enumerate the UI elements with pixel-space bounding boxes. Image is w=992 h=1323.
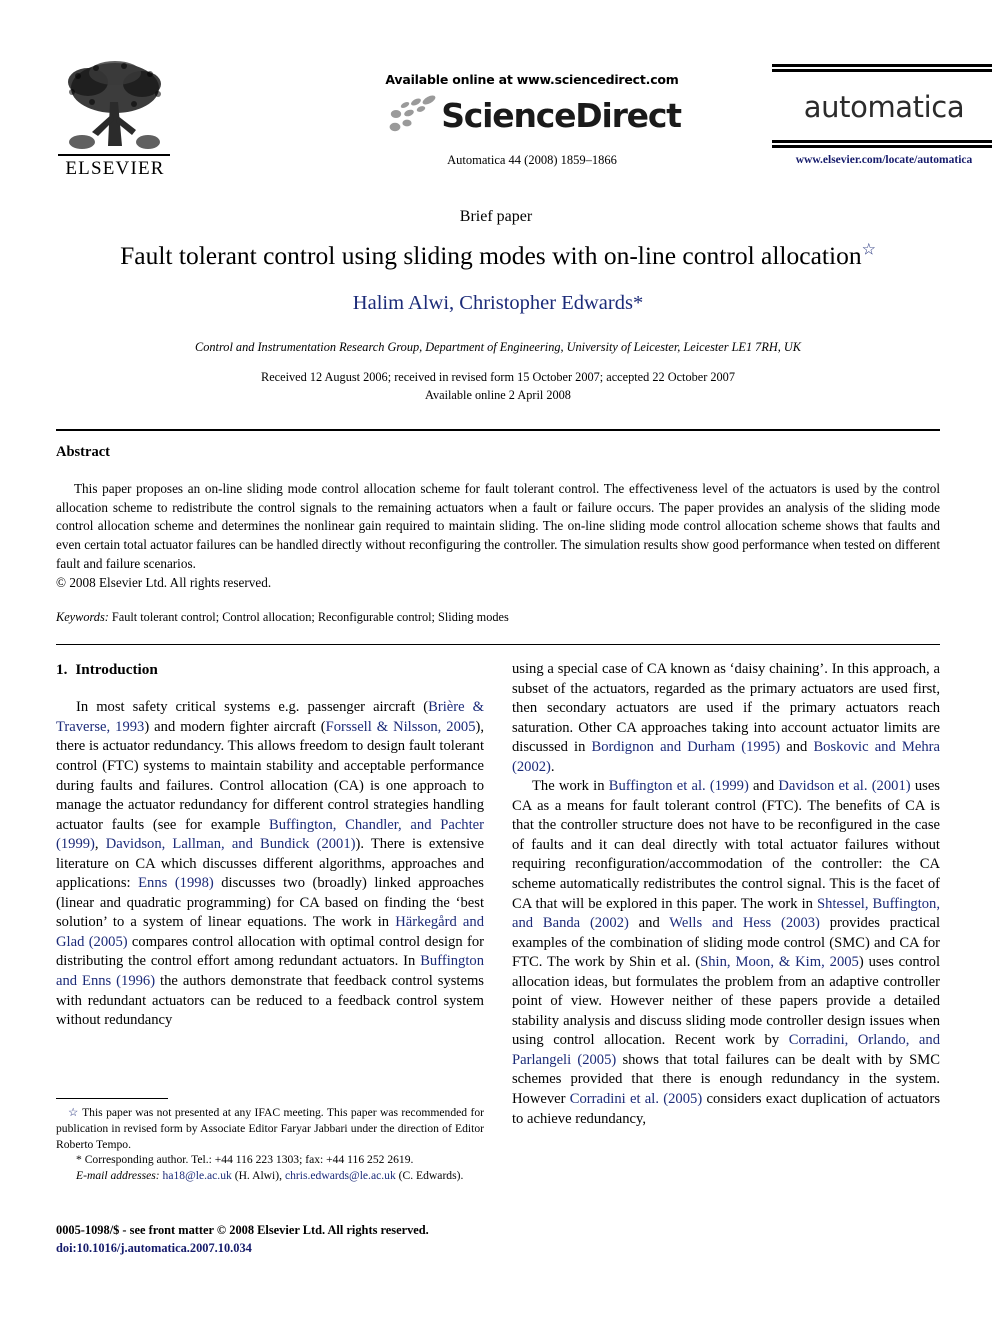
paper-page: ELSEVIER Available online at www.science… (0, 0, 992, 1323)
footnote-corresponding: * Corresponding author. Tel.: +44 116 22… (56, 1152, 484, 1168)
section-title: Introduction (75, 661, 158, 678)
text-run: and (780, 739, 814, 756)
text-run: . (550, 758, 555, 775)
text-run: and (628, 915, 670, 932)
keywords-bottom-rule (56, 644, 940, 645)
publication-dates: Received 12 August 2006; received in rev… (56, 368, 940, 405)
abstract-heading: Abstract (56, 444, 110, 460)
title-footnote-star-icon[interactable]: ☆ (862, 242, 876, 259)
citation-link[interactable]: Shin, Moon, & Kim, 2005 (700, 954, 859, 970)
elsevier-logo-rule (58, 154, 170, 156)
footnote-star-text: This paper was not presented at any IFAC… (56, 1106, 484, 1151)
body-column-right: using a special case of CA known as ‘dai… (512, 660, 940, 1129)
elsevier-logo: ELSEVIER (56, 58, 174, 186)
sciencedirect-wordmark: ScienceDirect (441, 95, 682, 135)
email-link-alwi[interactable]: ha18@le.ac.uk (163, 1169, 232, 1182)
text-run: ), there is actuator redundancy. This al… (56, 718, 485, 833)
sciencedirect-swoosh-icon (389, 95, 436, 132)
section-heading-introduction: 1. Introduction (56, 660, 484, 680)
text-run: In most safety critical systems e.g. pas… (76, 699, 429, 716)
text-run: and (748, 778, 779, 795)
keywords-label: Keywords: (56, 610, 109, 624)
citation-link[interactable]: Davidson, Lallman, and Bundick (2001) (106, 836, 356, 852)
footnote-emails: E-mail addresses: ha18@le.ac.uk (H. Alwi… (56, 1168, 484, 1184)
author-names: Halim Alwi, Christopher Edwards (352, 292, 633, 314)
footnote-separator-rule (56, 1098, 168, 1100)
section-number: 1. (56, 661, 68, 678)
author-list: Halim Alwi, Christopher Edwards* (56, 292, 940, 315)
masthead: ELSEVIER Available online at www.science… (56, 58, 992, 198)
journal-branding-block: automatica www.elsevier.com/locate/autom… (772, 64, 992, 166)
footnote-star-marker: ☆ (68, 1106, 79, 1119)
elsevier-tree-icon (68, 61, 161, 149)
text-run: uses CA as a means for fault tolerant co… (512, 778, 940, 912)
citation-link[interactable]: Corradini et al. (2005) (570, 1091, 702, 1107)
citation-link[interactable]: Forssell & Nilsson, 2005 (326, 719, 476, 735)
footnote-corresponding-marker: * (76, 1153, 82, 1167)
elsevier-wordmark: ELSEVIER (65, 158, 165, 179)
abstract-top-rule (56, 429, 940, 432)
intro-paragraph-right-1: using a special case of CA known as ‘dai… (512, 660, 940, 777)
publisher-footer: 0005-1098/$ - see front matter © 2008 El… (56, 1222, 516, 1258)
sciencedirect-block: Available online at www.sciencedirect.co… (332, 72, 732, 168)
email-owner-alwi: (H. Alwi), (234, 1169, 283, 1183)
available-online-line: Available online 2 April 2008 (425, 388, 571, 403)
journal-rule-bottom (772, 140, 992, 148)
citation-link[interactable]: Bordignon and Durham (1995) (592, 739, 781, 755)
journal-title: automatica (803, 90, 965, 124)
journal-url-link[interactable]: www.elsevier.com/locate/automatica (772, 154, 992, 166)
intro-paragraph-left: In most safety critical systems e.g. pas… (56, 698, 484, 1030)
citation-link[interactable]: Davidson et al. (2001) (778, 778, 910, 794)
available-online-text: Available online at www.sciencedirect.co… (385, 72, 679, 87)
citation-link[interactable]: Enns (1998) (138, 875, 214, 891)
text-run: The work in (532, 778, 609, 795)
corresponding-author-marker[interactable]: * (633, 292, 643, 314)
journal-citation-line: Automatica 44 (2008) 1859–1866 (447, 153, 617, 167)
page-title: Fault tolerant control using sliding mod… (56, 240, 940, 272)
journal-rule-top (772, 64, 992, 72)
email-owner-edwards: (C. Edwards). (398, 1169, 464, 1183)
email-link-edwards[interactable]: chris.edwards@le.ac.uk (285, 1169, 396, 1182)
affiliation: Control and Instrumentation Research Gro… (195, 340, 801, 354)
received-line: Received 12 August 2006; received in rev… (261, 370, 735, 384)
intro-paragraph-right-2: The work in Buffington et al. (1999) and… (512, 777, 940, 1129)
citation-link[interactable]: Wells and Hess (2003) (669, 915, 820, 931)
body-column-left: 1. Introduction In most safety critical s… (56, 660, 484, 1031)
page-title-text: Fault tolerant control using sliding mod… (120, 241, 862, 270)
text-run: ) and modern fighter aircraft ( (144, 718, 326, 735)
sciencedirect-logo: ScienceDirect (332, 93, 732, 137)
abstract-body: This paper proposes an on-line sliding m… (56, 480, 940, 592)
footnote-corresponding-text: Corresponding author. Tel.: +44 116 223 … (84, 1153, 414, 1167)
abstract-paragraph: This paper proposes an on-line sliding m… (56, 481, 940, 571)
email-label: E-mail addresses: (76, 1169, 160, 1183)
footnote-star: ☆ This paper was not presented at any IF… (56, 1105, 484, 1152)
citation-link[interactable]: Buffington et al. (1999) (609, 778, 749, 794)
footnotes-block: ☆ This paper was not presented at any IF… (56, 1105, 484, 1184)
keywords-list: Fault tolerant control; Control allocati… (111, 610, 509, 624)
keywords: Keywords: Fault tolerant control; Contro… (56, 610, 940, 625)
text-run: , (94, 836, 106, 853)
abstract-copyright: © 2008 Elsevier Ltd. All rights reserved… (56, 574, 272, 590)
article-type-label: Brief paper (459, 208, 533, 225)
front-matter-line: 0005-1098/$ - see front matter © 2008 El… (56, 1223, 429, 1237)
doi-link[interactable]: doi:10.1016/j.automatica.2007.10.034 (56, 1240, 516, 1258)
